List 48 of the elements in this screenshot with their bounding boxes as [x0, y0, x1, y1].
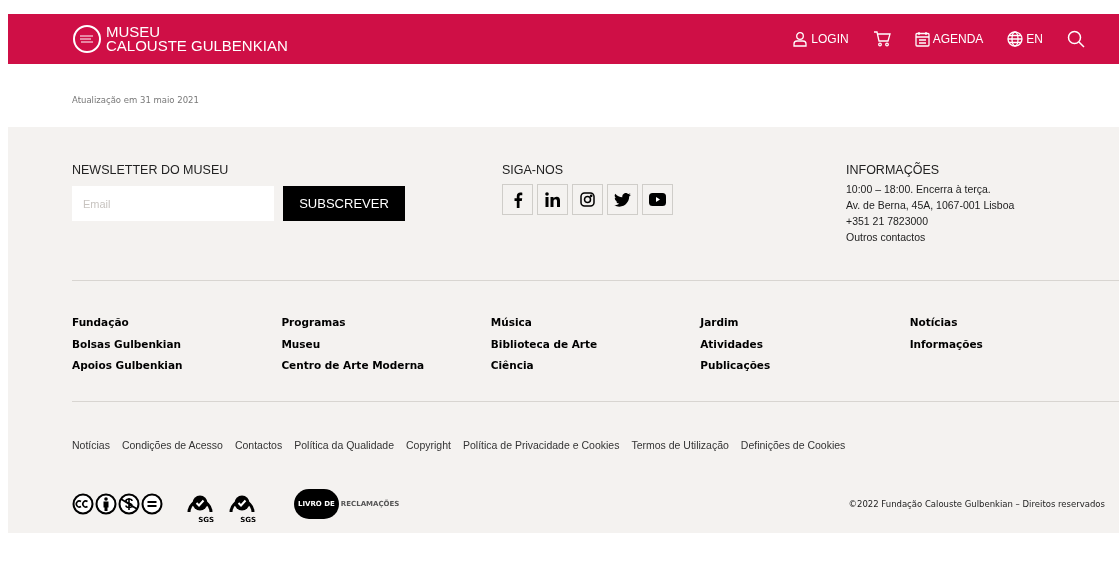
language-link[interactable]: EN — [1007, 31, 1043, 47]
legal-link[interactable]: Definições de Cookies — [740, 438, 846, 451]
contact-info-text: +351 21 7823000 — [846, 214, 930, 229]
footer-link[interactable]: Museu — [281, 336, 491, 352]
globe-icon[interactable] — [1007, 31, 1024, 47]
calendar-icon[interactable] — [914, 31, 930, 47]
footer-link[interactable]: Ciência — [490, 358, 701, 374]
legal-link[interactable]: Condições de Acesso — [121, 438, 223, 451]
subscribe-button[interactable]: SUBSCREVER — [283, 186, 405, 221]
contact-info-text: Av. de Berna, 45A, 1067-001 Lisboa — [846, 198, 1015, 213]
twitter-icon[interactable] — [607, 184, 638, 215]
contact-info-text: 10:00 – 18:00. Encerra à terça. — [846, 182, 992, 197]
legal-link[interactable]: Copyright — [406, 438, 451, 451]
legal-link[interactable]: Notícias — [72, 438, 110, 451]
linkedin-icon[interactable] — [537, 184, 568, 215]
copyright-text: ©2022 Fundação Calouste Gulbenkian – Direitos reservados — [848, 498, 1105, 509]
footer-link[interactable]: Notícias — [909, 315, 1119, 331]
footer-link[interactable]: Programas — [281, 315, 491, 331]
footer-link[interactable]: Centro de Arte Moderna — [281, 358, 491, 374]
email-field[interactable]: Email — [72, 186, 274, 221]
footer-link[interactable]: Atividades — [700, 336, 910, 352]
agenda-link[interactable]: AGENDA — [914, 31, 984, 47]
facebook-icon[interactable] — [502, 184, 533, 215]
logo-text[interactable]: MUSEU CALOUSTE GULBENKIAN — [106, 25, 288, 53]
instagram-icon[interactable] — [572, 184, 603, 215]
newsletter-title: NEWSLETTER DO MUSEU — [72, 163, 230, 177]
login-link[interactable]: LOGIN — [792, 31, 849, 47]
legal-link[interactable]: Termos de Utilização — [631, 438, 729, 451]
info-title: INFORMAÇÕES — [846, 163, 941, 177]
search-icon[interactable] — [1067, 30, 1085, 48]
creative-commons-icon — [72, 492, 164, 515]
footer-link[interactable]: Apoios Gulbenkian — [72, 358, 282, 374]
legal-link[interactable]: Política da Qualidade — [294, 438, 395, 451]
footer-link[interactable]: Informações — [909, 336, 1119, 352]
cart-icon[interactable] — [872, 31, 891, 47]
logo-icon[interactable] — [72, 24, 102, 54]
footer-link[interactable]: Publicações — [700, 358, 910, 374]
footer-link[interactable]: Jardim — [700, 315, 910, 331]
user-icon[interactable] — [792, 31, 809, 47]
contacts-link[interactable]: Outros contactos — [846, 229, 1015, 245]
update-date: Atualização em 31 maio 2021 — [71, 94, 200, 107]
footer-link[interactable]: Fundação — [72, 315, 282, 331]
social-title: SIGA-NOS — [502, 163, 565, 177]
youtube-icon[interactable] — [642, 184, 673, 215]
footer-link[interactable]: Bolsas Gulbenkian — [72, 336, 282, 352]
legal-link[interactable]: Política de Privacidade e Cookies — [463, 438, 620, 451]
footer-link[interactable]: Biblioteca de Arte — [490, 336, 701, 352]
legal-link[interactable]: Contactos — [234, 438, 283, 451]
